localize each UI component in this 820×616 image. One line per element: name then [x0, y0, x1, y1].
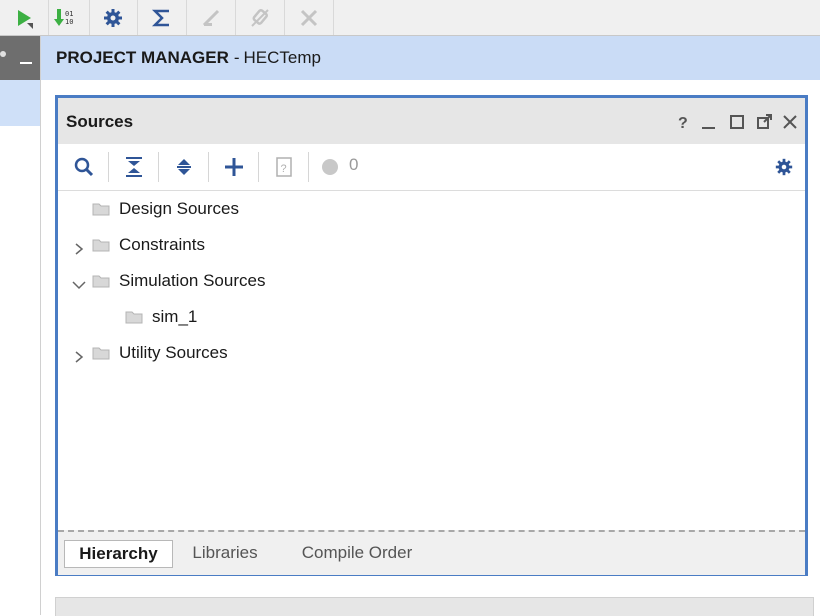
maximize-icon[interactable] — [728, 113, 746, 131]
main-toolbar: 01 10 — [0, 0, 820, 36]
tab-libraries[interactable]: Libraries — [180, 540, 270, 566]
tree-item-label: Simulation Sources — [119, 271, 266, 290]
project-name: HECTemp — [243, 48, 321, 67]
tree-item-label: sim_1 — [152, 307, 198, 326]
expand-all-icon — [177, 159, 191, 175]
help-icon[interactable] — [0, 50, 12, 64]
search-icon — [74, 157, 94, 177]
folder-icon — [92, 203, 110, 216]
tree-item-sim-1[interactable]: sim_1 — [125, 299, 197, 335]
program-device-button[interactable]: 01 10 — [41, 0, 90, 35]
panel-title: Sources — [66, 112, 134, 131]
panel-title-bar: Sources ? — [58, 98, 805, 144]
tree-item-label: Constraints — [119, 235, 205, 254]
collapse-all-icon — [126, 157, 142, 177]
unknown-file-icon: ? — [276, 157, 292, 177]
sources-toolbar: ? 0 — [58, 144, 805, 191]
flow-navigator-selected-item[interactable] — [0, 80, 40, 126]
project-manager-header: PROJECT MANAGER - HECTemp — [41, 36, 820, 80]
sigma-button[interactable] — [138, 0, 187, 35]
chevron-right-icon[interactable] — [72, 242, 86, 256]
tree-item-constraints[interactable]: Constraints — [92, 227, 205, 263]
tree-item-simulation-sources[interactable]: Simulation Sources — [92, 263, 265, 299]
collapse-all-button[interactable] — [121, 154, 147, 180]
page-title: PROJECT MANAGER — [56, 48, 229, 67]
folder-icon — [92, 239, 110, 252]
tab-compile-order[interactable]: Compile Order — [288, 540, 426, 566]
tab-hierarchy[interactable]: Hierarchy — [64, 540, 173, 568]
plus-icon — [225, 158, 243, 176]
disabled-tool-icon — [251, 8, 269, 27]
tree-item-label: Design Sources — [119, 199, 240, 218]
sigma-icon — [151, 9, 169, 26]
chevron-down-icon[interactable] — [72, 278, 86, 292]
gear-icon — [104, 8, 122, 27]
float-icon[interactable] — [755, 113, 773, 131]
help-icon[interactable]: ? — [674, 113, 692, 131]
gear-icon — [775, 158, 793, 176]
close-icon[interactable] — [781, 113, 799, 131]
program-device-icon: 01 10 — [54, 8, 73, 26]
folder-icon — [125, 311, 143, 324]
svg-text:10: 10 — [65, 18, 73, 26]
disabled-tool-button-2[interactable] — [236, 0, 285, 35]
run-icon — [18, 9, 33, 29]
sources-panel: Sources ? ? 0 Design Sources Constraints… — [55, 95, 808, 576]
add-sources-button[interactable] — [221, 154, 247, 180]
folder-icon — [92, 275, 110, 288]
settings-button[interactable] — [89, 0, 138, 35]
search-button[interactable] — [71, 154, 97, 180]
svg-text:?: ? — [678, 115, 688, 131]
expand-all-button[interactable] — [171, 154, 197, 180]
minimize-icon[interactable] — [20, 62, 32, 64]
svg-text:01: 01 — [65, 10, 73, 18]
status-indicator — [321, 154, 339, 180]
sources-tab-bar: Hierarchy Libraries Compile Order — [58, 530, 805, 575]
disabled-tool-button-3[interactable] — [285, 0, 334, 35]
disabled-tool-button-1[interactable] — [187, 0, 236, 35]
sources-tree: Design Sources Constraints Simulation So… — [58, 191, 805, 530]
disabled-tool-icon — [300, 9, 318, 26]
title-separator: - — [233, 48, 240, 67]
tree-item-utility-sources[interactable]: Utility Sources — [92, 335, 228, 371]
tree-item-label: Utility Sources — [119, 343, 228, 362]
chevron-right-icon[interactable] — [72, 350, 86, 364]
flow-navigator-header — [0, 36, 40, 80]
svg-text:?: ? — [281, 163, 287, 175]
lower-panel-edge — [55, 597, 814, 616]
status-dot-icon — [322, 159, 338, 175]
minimize-icon[interactable] — [700, 113, 718, 131]
properties-button[interactable]: ? — [271, 154, 297, 180]
status-count: 0 — [349, 155, 359, 174]
disabled-tool-icon — [202, 9, 220, 26]
panel-settings-button[interactable] — [771, 154, 797, 180]
folder-icon — [92, 347, 110, 360]
tree-item-design-sources[interactable]: Design Sources — [92, 191, 239, 227]
